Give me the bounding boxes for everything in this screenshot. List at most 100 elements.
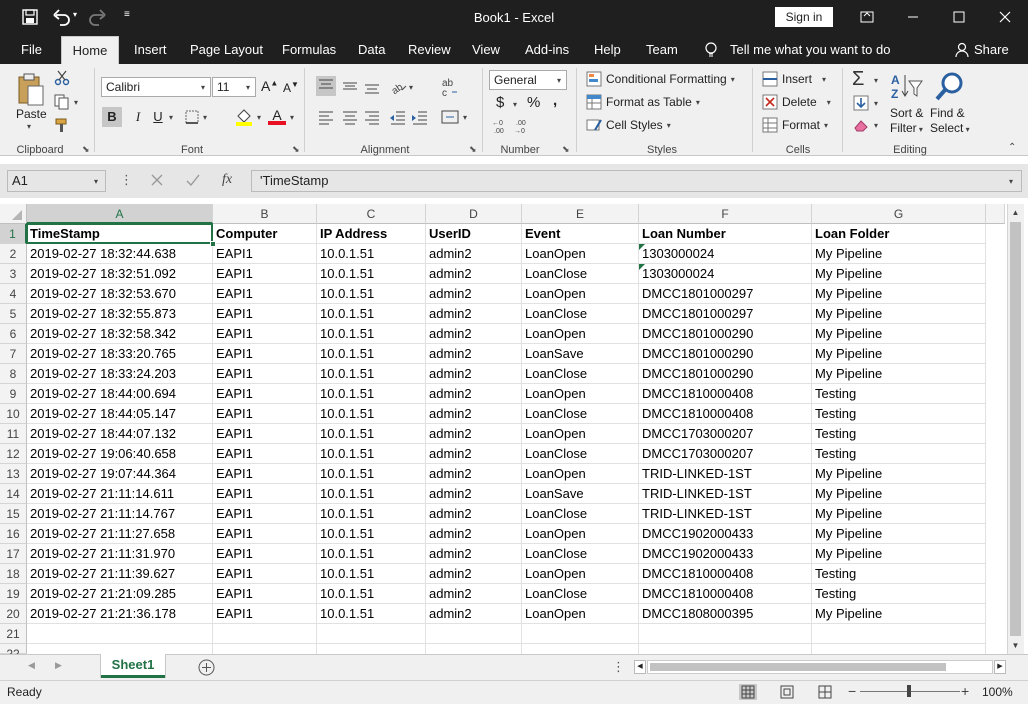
table-cell[interactable]: admin2	[426, 504, 522, 524]
insert-cells-button[interactable]: Insert ▾	[762, 71, 826, 87]
copy-icon[interactable]	[54, 94, 70, 110]
table-cell[interactable]: 10.0.1.51	[317, 264, 426, 284]
table-cell[interactable]: 10.0.1.51	[317, 484, 426, 504]
table-cell[interactable]: admin2	[426, 284, 522, 304]
underline-button[interactable]: U	[150, 107, 166, 127]
row-header[interactable]: 17	[0, 544, 27, 564]
row-header[interactable]: 18	[0, 564, 27, 584]
table-cell[interactable]: LoanClose	[522, 364, 639, 384]
table-cell[interactable]: Testing	[812, 444, 986, 464]
table-cell[interactable]: 2019-02-27 21:11:14.611	[27, 484, 213, 504]
normal-view-icon[interactable]	[739, 684, 757, 700]
table-cell[interactable]: TRID-LINKED-1ST	[639, 464, 812, 484]
horizontal-scroll-thumb[interactable]	[650, 663, 946, 671]
cut-icon[interactable]	[54, 70, 70, 86]
table-cell[interactable]: My Pipeline	[812, 344, 986, 364]
paste-button[interactable]: Paste	[16, 107, 47, 121]
table-cell[interactable]: 2019-02-27 18:32:58.342	[27, 324, 213, 344]
table-cell[interactable]: DMCC1703000207	[639, 424, 812, 444]
hscroll-right-icon[interactable]: ▶	[994, 660, 1006, 674]
currency-button[interactable]: $	[496, 94, 504, 111]
zoom-out-icon[interactable]: −	[848, 683, 856, 699]
table-cell[interactable]: admin2	[426, 364, 522, 384]
table-cell[interactable]: EAPI1	[213, 324, 317, 344]
borders-icon[interactable]	[185, 110, 199, 124]
row-header[interactable]: 10	[0, 404, 27, 424]
table-cell[interactable]: admin2	[426, 584, 522, 604]
font-size-dropdown-icon[interactable]: ▾	[246, 83, 250, 92]
alignment-launcher-icon[interactable]: ⬊	[469, 144, 477, 155]
table-cell[interactable]: DMCC1810000408	[639, 404, 812, 424]
table-cell[interactable]: admin2	[426, 424, 522, 444]
column-header-e[interactable]: E	[522, 204, 639, 224]
table-cell[interactable]: LoanOpen	[522, 564, 639, 584]
table-cell[interactable]: DMCC1801000297	[639, 284, 812, 304]
close-icon[interactable]	[982, 0, 1028, 34]
table-cell[interactable]: DMCC1810000408	[639, 564, 812, 584]
table-cell[interactable]: 10.0.1.51	[317, 404, 426, 424]
select-all-corner[interactable]	[0, 204, 27, 224]
table-cell[interactable]: 10.0.1.51	[317, 464, 426, 484]
merge-center-icon[interactable]	[440, 107, 460, 127]
italic-button[interactable]: I	[128, 107, 148, 127]
table-cell[interactable]: LoanClose	[522, 544, 639, 564]
table-cell[interactable]: 10.0.1.51	[317, 364, 426, 384]
table-cell[interactable]: admin2	[426, 544, 522, 564]
middle-align-icon[interactable]	[340, 76, 360, 96]
number-format-dropdown-icon[interactable]: ▾	[557, 76, 561, 85]
table-cell[interactable]: My Pipeline	[812, 304, 986, 324]
align-left-icon[interactable]	[316, 107, 336, 127]
format-as-table-button[interactable]: Format as Table ▾	[586, 94, 700, 110]
column-header-g[interactable]: G	[812, 204, 986, 224]
increase-decimal-icon[interactable]: ←0.00	[492, 118, 510, 135]
minimize-icon[interactable]	[890, 0, 936, 34]
table-cell[interactable]: 2019-02-27 18:33:24.203	[27, 364, 213, 384]
name-box-dropdown-icon[interactable]: ▾	[94, 177, 98, 186]
table-cell[interactable]: 10.0.1.51	[317, 504, 426, 524]
table-cell[interactable]: 10.0.1.51	[317, 344, 426, 364]
expand-formula-bar-icon[interactable]: ▾	[1009, 177, 1013, 186]
tab-file[interactable]: File	[21, 36, 42, 64]
tab-view[interactable]: View	[472, 36, 500, 64]
decrease-indent-icon[interactable]	[388, 107, 408, 127]
table-cell[interactable]: My Pipeline	[812, 544, 986, 564]
row-header[interactable]: 21	[0, 624, 27, 644]
row-header[interactable]: 6	[0, 324, 27, 344]
table-cell[interactable]: EAPI1	[213, 244, 317, 264]
conditional-formatting-button[interactable]: Conditional Formatting ▾	[586, 71, 735, 87]
table-cell[interactable]: LoanClose	[522, 304, 639, 324]
table-cell[interactable]: EAPI1	[213, 444, 317, 464]
table-cell[interactable]: admin2	[426, 404, 522, 424]
table-cell[interactable]: DMCC1801000290	[639, 344, 812, 364]
tab-team[interactable]: Team	[646, 36, 678, 64]
vscroll-down-icon[interactable]: ▼	[1009, 639, 1022, 652]
font-name-select[interactable]: Calibri	[101, 77, 211, 97]
table-cell[interactable]: 10.0.1.51	[317, 424, 426, 444]
table-cell[interactable]: EAPI1	[213, 344, 317, 364]
horizontal-scrollbar[interactable]	[647, 660, 993, 674]
next-sheet-icon[interactable]: ▶	[55, 660, 62, 671]
table-cell[interactable]: 1303000024	[639, 264, 812, 284]
tab-home[interactable]: Home	[61, 36, 119, 64]
cell-styles-button[interactable]: Cell Styles ▾	[586, 117, 671, 133]
fill-color-dropdown-icon[interactable]: ▾	[257, 113, 261, 122]
table-cell[interactable]: admin2	[426, 264, 522, 284]
number-launcher-icon[interactable]: ⬊	[562, 144, 570, 155]
clear-icon[interactable]	[853, 118, 871, 132]
row-header[interactable]: 2	[0, 244, 27, 264]
table-cell[interactable]: LoanClose	[522, 504, 639, 524]
find-select-button[interactable]: Find & Select ▾	[930, 106, 970, 137]
table-cell[interactable]: 2019-02-27 18:32:44.638	[27, 244, 213, 264]
name-box[interactable]: A1	[7, 170, 106, 192]
underline-dropdown-icon[interactable]: ▾	[169, 113, 173, 122]
wrap-text-icon[interactable]: ab c	[440, 76, 460, 99]
tab-add-ins[interactable]: Add-ins	[525, 36, 569, 64]
row-header[interactable]: 13	[0, 464, 27, 484]
borders-dropdown-icon[interactable]: ▾	[203, 113, 207, 122]
tab-split-handle-icon[interactable]: ⋮	[612, 659, 625, 675]
tab-help[interactable]: Help	[594, 36, 621, 64]
table-cell[interactable]: 10.0.1.51	[317, 564, 426, 584]
tab-insert[interactable]: Insert	[134, 36, 167, 64]
fill-dropdown-icon[interactable]: ▾	[874, 99, 878, 108]
orientation-icon[interactable]: ab	[388, 76, 408, 97]
